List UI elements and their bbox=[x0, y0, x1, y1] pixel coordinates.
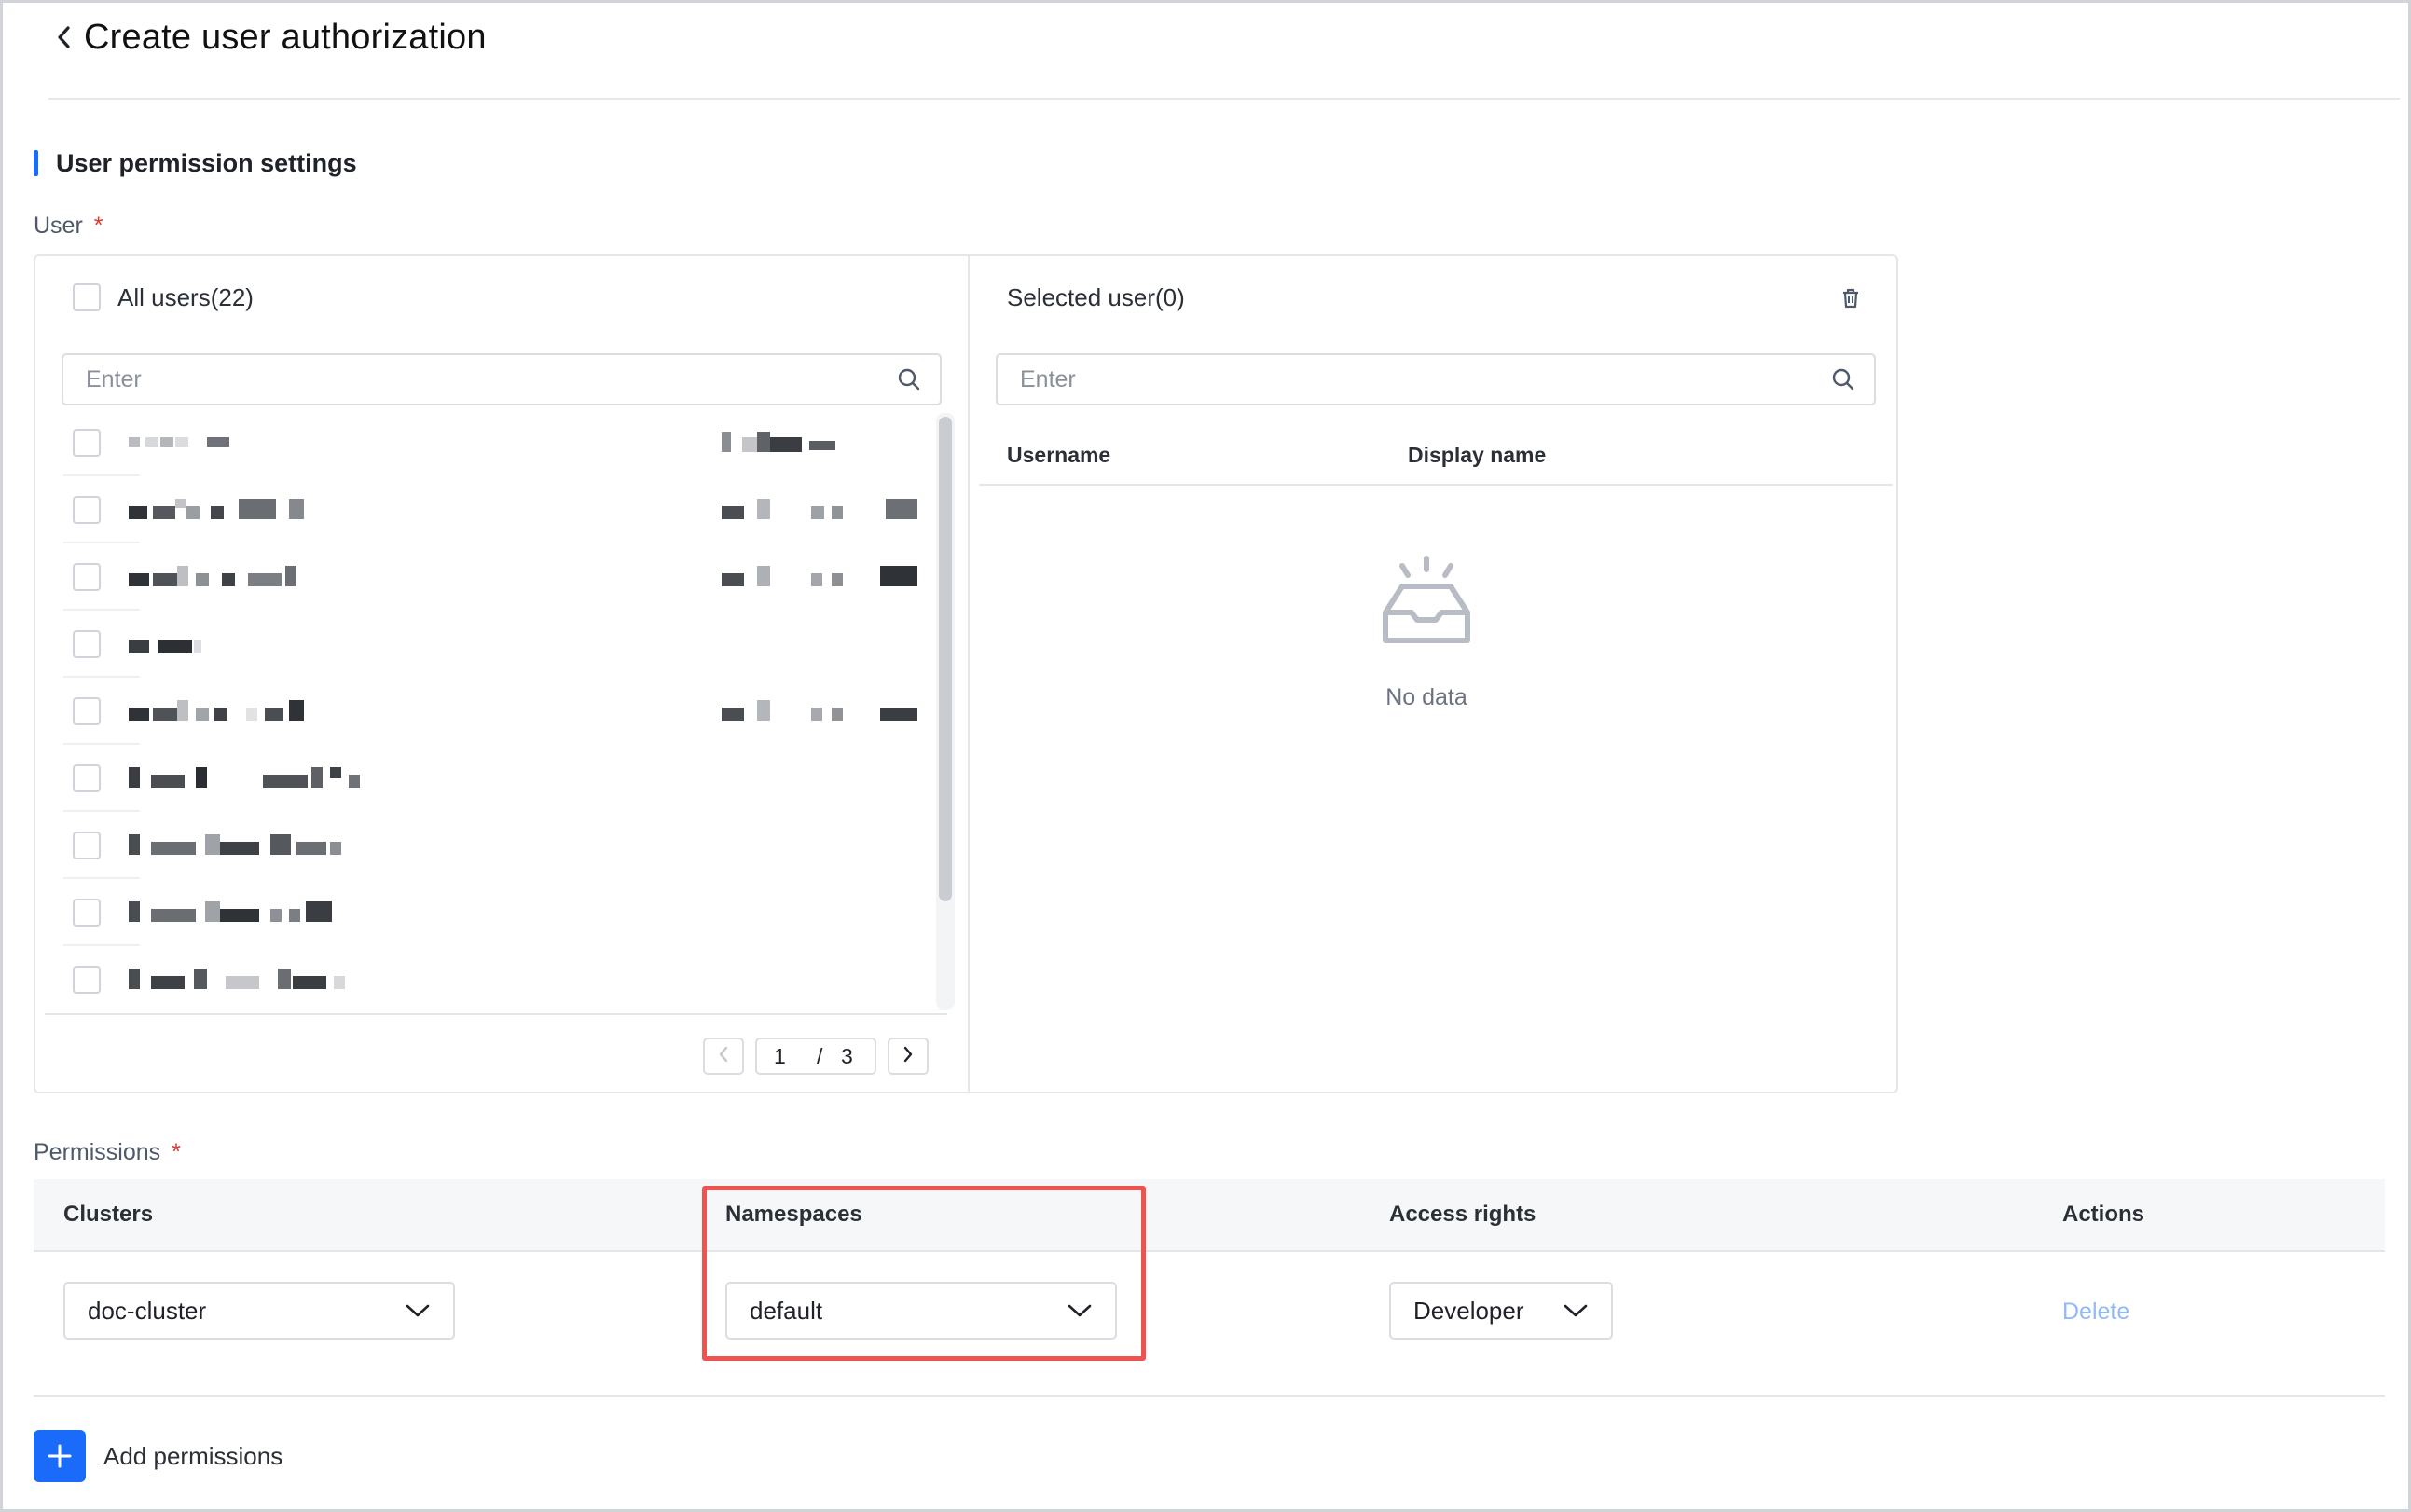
user-checkbox[interactable] bbox=[73, 966, 101, 994]
back-chevron-icon[interactable] bbox=[48, 19, 78, 56]
column-header-clusters: Clusters bbox=[63, 1202, 154, 1227]
user-row[interactable] bbox=[45, 812, 947, 879]
page-header: Create user authorization bbox=[48, 9, 487, 65]
user-checkbox[interactable] bbox=[73, 764, 101, 792]
user-row[interactable] bbox=[45, 476, 947, 543]
page-separator: / bbox=[817, 1043, 823, 1068]
user-field-label: User * bbox=[34, 213, 103, 240]
current-page: 1 bbox=[774, 1043, 786, 1068]
namespaces-highlight-box bbox=[702, 1186, 1146, 1361]
user-search-box bbox=[62, 353, 942, 405]
selected-table-header: Username Display name bbox=[979, 430, 1893, 486]
user-list bbox=[45, 409, 947, 1015]
selected-search-input[interactable] bbox=[1020, 365, 1829, 393]
selected-users-label: Selected user(0) bbox=[1007, 282, 1185, 311]
permission-row: doc-cluster default Developer Delete bbox=[34, 1252, 2385, 1397]
empty-state: No data bbox=[970, 555, 1883, 711]
header-divider bbox=[48, 98, 2400, 100]
total-pages: 3 bbox=[841, 1043, 853, 1068]
select-all-checkbox[interactable] bbox=[73, 283, 101, 311]
pagination: 1 / 3 bbox=[35, 1038, 968, 1079]
column-header-display-name: Display name bbox=[1408, 443, 1547, 467]
permissions-field-label: Permissions * bbox=[34, 1139, 181, 1166]
inbox-empty-icon bbox=[1378, 556, 1475, 652]
user-checkbox[interactable] bbox=[73, 429, 101, 457]
selected-search-box bbox=[996, 353, 1876, 405]
column-header-access-rights: Access rights bbox=[1389, 1202, 1536, 1227]
delete-permission-link[interactable]: Delete bbox=[2062, 1299, 2129, 1326]
prev-page-button[interactable] bbox=[703, 1038, 744, 1075]
section-title: User permission settings bbox=[56, 148, 357, 177]
permissions-label-text: Permissions bbox=[34, 1139, 161, 1165]
cluster-select[interactable]: doc-cluster bbox=[63, 1282, 455, 1340]
cluster-value: doc-cluster bbox=[88, 1296, 207, 1325]
search-icon[interactable] bbox=[1829, 365, 1857, 393]
user-transfer: All users(22) Enter 1 / 3 Selected user(… bbox=[34, 254, 1898, 1093]
scrollbar-thumb[interactable] bbox=[939, 417, 952, 901]
permissions-table-header: Clusters Namespaces Access rights Action… bbox=[34, 1179, 2385, 1252]
user-checkbox[interactable] bbox=[73, 630, 101, 658]
user-row[interactable] bbox=[45, 543, 947, 611]
column-header-actions: Actions bbox=[2062, 1202, 2145, 1227]
empty-text: No data bbox=[1385, 684, 1467, 710]
chevron-down-icon bbox=[405, 1297, 431, 1326]
all-users-panel: All users(22) Enter 1 / 3 bbox=[35, 256, 968, 1092]
column-header-username: Username bbox=[1007, 443, 1111, 467]
user-row[interactable] bbox=[45, 678, 947, 745]
chevron-left-icon bbox=[717, 1045, 730, 1068]
user-checkbox[interactable] bbox=[73, 496, 101, 524]
user-search-input[interactable] bbox=[86, 365, 895, 393]
search-icon[interactable] bbox=[895, 365, 923, 393]
user-checkbox[interactable] bbox=[73, 563, 101, 591]
selected-users-panel: Selected user(0) Username Display name bbox=[970, 256, 1898, 1092]
user-list-scrollbar[interactable] bbox=[936, 413, 955, 1010]
user-row[interactable] bbox=[45, 409, 947, 476]
user-row[interactable] bbox=[45, 611, 947, 678]
plus-icon[interactable] bbox=[34, 1430, 86, 1482]
page-input[interactable]: 1 / 3 bbox=[755, 1038, 876, 1075]
required-mark: * bbox=[172, 1139, 181, 1165]
user-checkbox[interactable] bbox=[73, 899, 101, 927]
required-mark: * bbox=[93, 213, 103, 239]
all-users-label: All users(22) bbox=[117, 282, 254, 311]
access-rights-value: Developer bbox=[1413, 1296, 1524, 1325]
user-checkbox[interactable] bbox=[73, 832, 101, 859]
page-title: Create user authorization bbox=[84, 17, 487, 57]
user-label-text: User bbox=[34, 213, 83, 239]
permissions-table: Clusters Namespaces Access rights Action… bbox=[34, 1179, 2385, 1397]
add-permissions-label: Add permissions bbox=[103, 1441, 283, 1470]
trash-icon[interactable] bbox=[1837, 284, 1865, 312]
add-permissions-button[interactable]: Add permissions bbox=[34, 1429, 282, 1483]
all-users-header: All users(22) bbox=[73, 279, 254, 316]
user-row[interactable] bbox=[45, 946, 947, 1013]
chevron-right-icon bbox=[902, 1045, 915, 1068]
next-page-button[interactable] bbox=[888, 1038, 929, 1075]
selected-users-header: Selected user(0) bbox=[1007, 279, 1185, 316]
chevron-down-icon bbox=[1563, 1297, 1589, 1326]
user-row[interactable] bbox=[45, 745, 947, 812]
user-checkbox[interactable] bbox=[73, 697, 101, 725]
access-rights-select[interactable]: Developer bbox=[1389, 1282, 1613, 1340]
section-accent-bar bbox=[34, 150, 38, 176]
section-header: User permission settings bbox=[34, 147, 357, 179]
user-row[interactable] bbox=[45, 879, 947, 946]
